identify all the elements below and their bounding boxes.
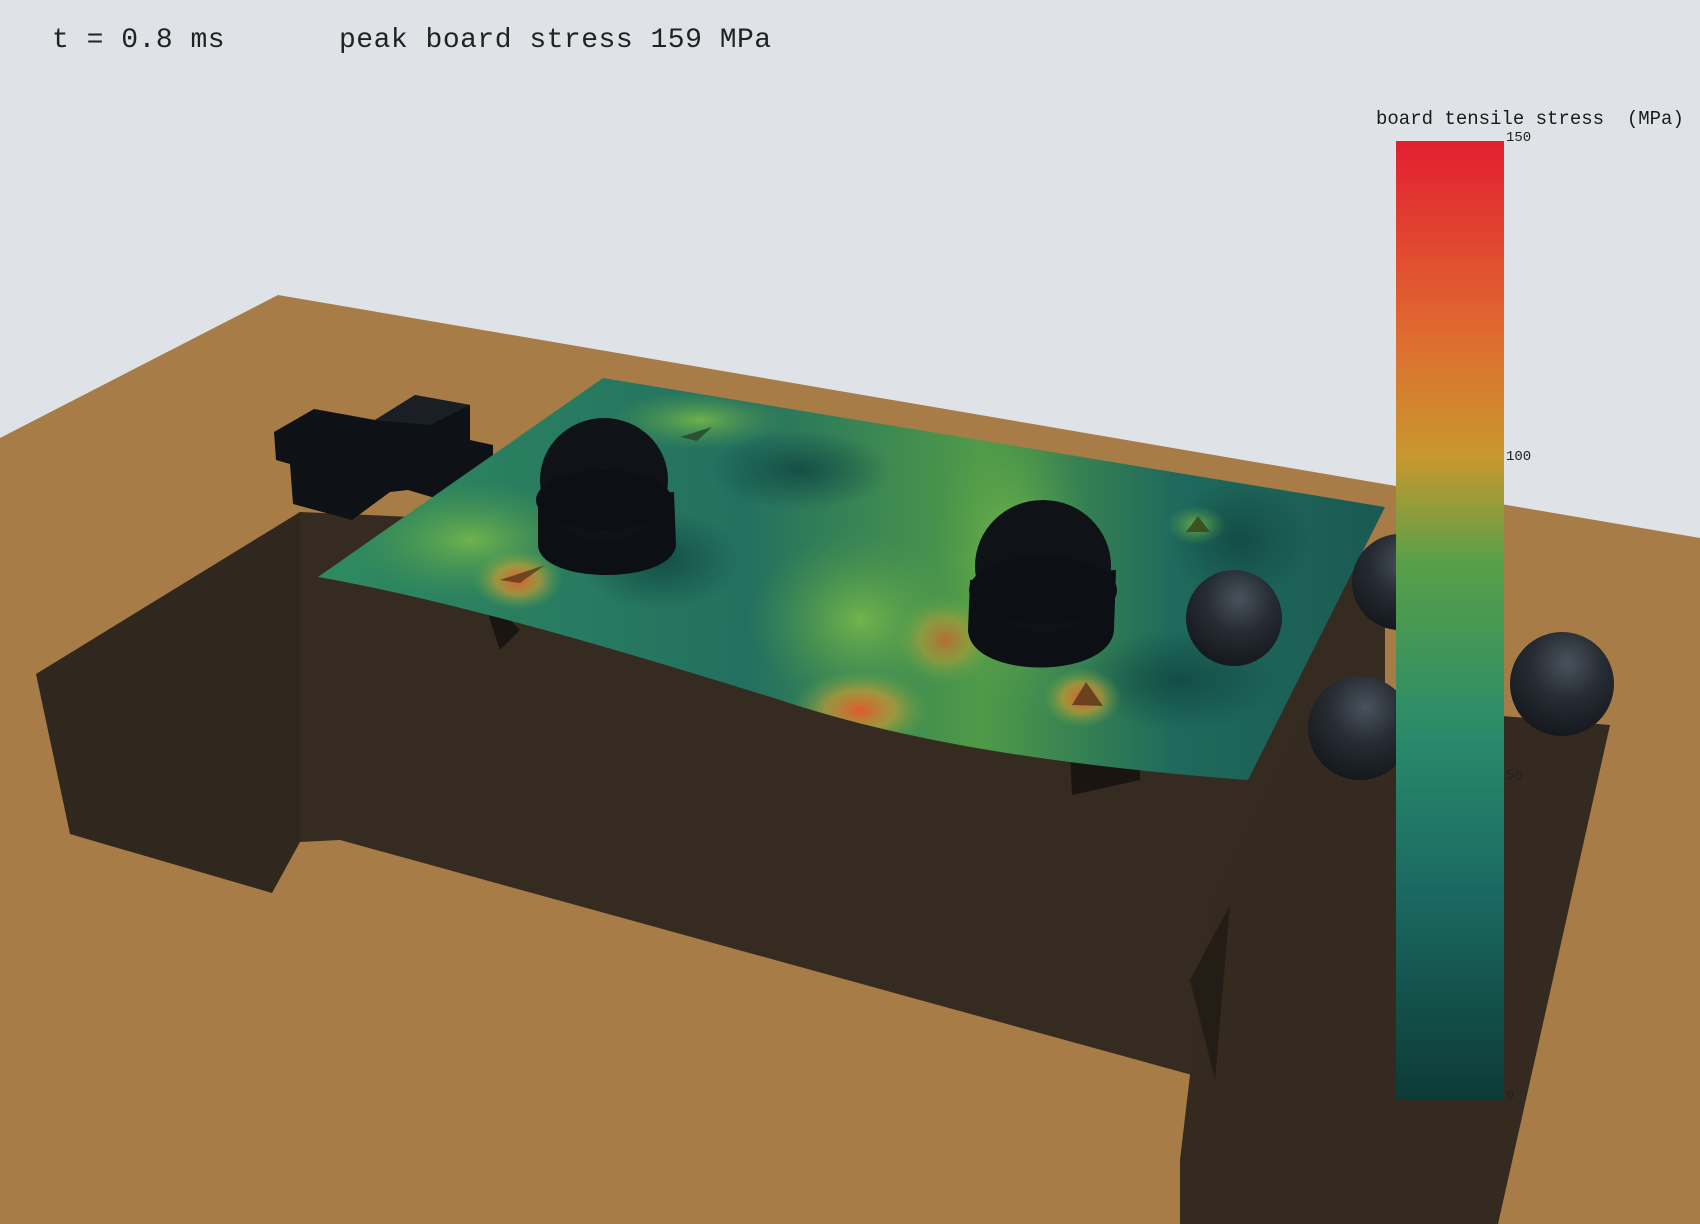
colorbar-tick-0: 0: [1506, 1088, 1515, 1104]
dome-component-right: [968, 500, 1117, 668]
colorbar-title: board tensile stress (MPa): [1376, 108, 1684, 130]
peak-unit: MPa: [719, 25, 772, 56]
colorbar: [1396, 141, 1504, 1099]
time-unit: ms: [190, 25, 226, 56]
peak-label: peak board stress: [339, 25, 634, 56]
colorbar-tick-150: 150: [1506, 130, 1532, 146]
time-value: 0.8: [121, 25, 174, 56]
time-readout: t = 0.8 ms: [52, 25, 225, 56]
colorbar-tick-100: 100: [1506, 449, 1532, 465]
stress-scene-viewport[interactable]: [0, 0, 1700, 1224]
colorbar-tick-50: 50: [1506, 768, 1523, 784]
time-label: t =: [52, 25, 104, 56]
peak-stress-readout: peak board stress 159 MPa: [339, 25, 772, 56]
peak-value: 159: [650, 25, 703, 56]
